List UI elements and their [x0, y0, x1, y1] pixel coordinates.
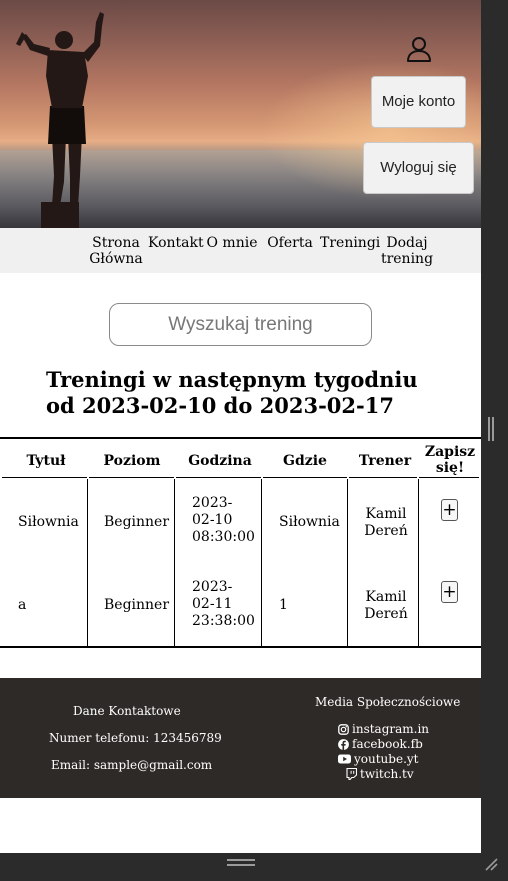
nav-contact[interactable]: Kontakt — [148, 235, 204, 251]
cell-time: 2023-02-11 23:38:00 — [192, 579, 255, 629]
social-label: youtube.yt — [354, 752, 419, 766]
column-divider — [347, 479, 348, 647]
social-link-twitch[interactable]: twitch.tv — [346, 767, 414, 781]
youtube-icon — [338, 754, 351, 764]
column-divider — [418, 479, 419, 647]
my-account-button[interactable]: Moje konto — [371, 76, 466, 128]
nav-offer[interactable]: Oferta — [266, 235, 314, 251]
trainings-table: Tytuł Poziom Godzina Gdzie Trener Zapisz… — [0, 437, 481, 648]
statue-image — [16, 12, 104, 228]
column-divider — [87, 479, 88, 647]
cell-time: 2023-02-10 08:30:00 — [192, 495, 255, 545]
user-icon[interactable] — [404, 34, 434, 64]
instagram-icon — [338, 723, 349, 735]
column-divider — [261, 479, 262, 647]
header-signup: Zapisz się! — [424, 444, 476, 476]
header-title: Tytuł — [26, 453, 66, 469]
hero-banner: Moje konto Wyloguj się — [0, 0, 481, 228]
contact-phone: Numer telefonu: 123456789 — [49, 731, 222, 745]
logout-button[interactable]: Wyloguj się — [363, 142, 474, 194]
header-divider — [2, 477, 87, 478]
header-divider — [349, 477, 417, 478]
social-link-youtube[interactable]: youtube.yt — [338, 752, 418, 766]
contact-email: Email: sample@gmail.com — [51, 758, 213, 772]
cell-trainer: Kamil Dereń — [364, 589, 408, 622]
contact-title: Dane Kontaktowe — [73, 704, 181, 718]
cell-where: Siłownia — [279, 514, 340, 530]
main-nav: Strona Główna Kontakt O mnie Oferta Tren… — [0, 228, 481, 273]
header-time: Godzina — [188, 453, 252, 469]
twitch-icon — [346, 768, 357, 780]
nav-add-training[interactable]: Dodaj trening — [380, 235, 434, 267]
bottom-resize-bar — [0, 853, 508, 881]
signup-button[interactable]: + — [441, 499, 458, 521]
corner-resize-icon[interactable] — [484, 857, 498, 871]
header-divider — [89, 477, 174, 478]
nav-about[interactable]: O mnie — [206, 235, 258, 251]
column-divider — [174, 479, 175, 647]
header-divider — [176, 477, 261, 478]
social-title: Media Społecznościowe — [315, 695, 461, 709]
footer: Dane Kontaktowe Numer telefonu: 12345678… — [0, 678, 481, 798]
social-link-facebook[interactable]: facebook.fb — [338, 737, 423, 751]
cell-where: 1 — [279, 597, 288, 613]
social-label: instagram.in — [352, 722, 430, 736]
nav-trainings[interactable]: Treningi — [320, 235, 380, 251]
header-level: Poziom — [103, 453, 161, 469]
bottom-grip-icon[interactable] — [227, 859, 255, 867]
social-link-instagram[interactable]: instagram.in — [338, 722, 429, 736]
cell-title: a — [18, 597, 27, 613]
nav-home[interactable]: Strona Główna — [88, 235, 144, 267]
search-input[interactable]: Wyszukaj trening — [109, 303, 372, 346]
header-trainer: Trener — [358, 453, 412, 469]
cell-level: Beginner — [104, 514, 170, 530]
cell-title: Siłownia — [18, 514, 79, 530]
facebook-icon — [338, 738, 349, 750]
header-divider — [263, 477, 347, 478]
cell-level: Beginner — [104, 597, 170, 613]
header-where: Gdzie — [283, 453, 327, 469]
cell-trainer: Kamil Dereń — [364, 506, 408, 539]
page-viewport: Moje konto Wyloguj się Strona Główna Kon… — [0, 0, 481, 853]
page-title: Treningi w następnym tygodniu od 2023-02… — [46, 367, 418, 418]
social-label: facebook.fb — [352, 737, 423, 751]
header-divider — [419, 477, 479, 478]
resize-grip-icon[interactable] — [487, 417, 495, 441]
social-label: twitch.tv — [360, 767, 414, 781]
signup-button[interactable]: + — [441, 581, 458, 603]
